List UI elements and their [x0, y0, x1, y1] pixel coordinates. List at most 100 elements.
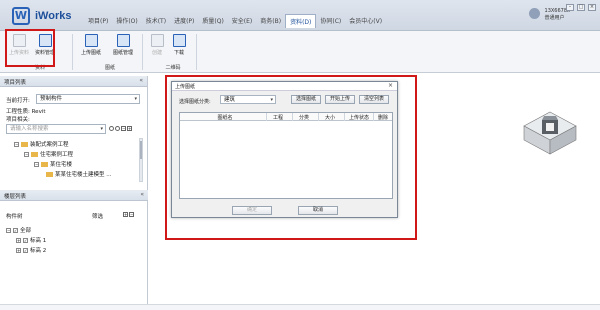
- current-open-label: 当前打开:: [6, 98, 30, 104]
- tab-operation[interactable]: 操作(O): [112, 14, 141, 28]
- tree-item-layer[interactable]: + ✓ 标高 2: [16, 246, 46, 254]
- dialog-title: 上传图纸: [175, 84, 196, 90]
- ribbon-toolbar: 上传资料 资料管理 资料 上传图纸 图纸管理 图纸 创建 下载 二维码: [0, 31, 600, 73]
- tree-item-project[interactable]: − 某住宅楼: [34, 160, 72, 168]
- close-button[interactable]: ×: [588, 4, 596, 11]
- create-qrcode-icon: [150, 34, 164, 47]
- user-role: 普通用户: [544, 15, 565, 21]
- column-divider: [266, 113, 267, 121]
- checkbox-icon[interactable]: ✓: [23, 238, 28, 243]
- minimize-button[interactable]: –: [566, 4, 574, 11]
- tree-item-project[interactable]: − 住宅案例工程: [24, 150, 73, 158]
- ribbon-divider: [142, 34, 143, 70]
- select-drawing-button[interactable]: 选择图纸: [291, 95, 321, 104]
- collapse-icon[interactable]: «: [140, 191, 144, 198]
- engineering-nature-value: Revit: [31, 109, 46, 115]
- current-project-value: 预制构件: [40, 96, 63, 102]
- expand-all-icon[interactable]: +: [127, 126, 132, 131]
- download-qrcode-button[interactable]: 下载: [166, 33, 192, 56]
- tab-project[interactable]: 项目(P): [84, 14, 112, 28]
- checkbox-icon[interactable]: ✓: [23, 248, 28, 253]
- project-search-input[interactable]: 请输入名称搜索 ▾: [6, 124, 106, 134]
- drawing-manage-icon: [116, 34, 130, 47]
- close-icon[interactable]: ×: [388, 82, 393, 89]
- ribbon-divider: [72, 34, 73, 70]
- tree-item-label: 标高 1: [30, 238, 47, 244]
- tab-documents[interactable]: 资料(D): [285, 14, 317, 28]
- tree-toggle-icon[interactable]: −: [34, 162, 39, 167]
- filter-label[interactable]: 筛选: [92, 212, 103, 220]
- checkbox-icon[interactable]: ✓: [13, 228, 18, 233]
- collapse-all-icon[interactable]: −: [121, 126, 126, 131]
- tree-toggle-icon[interactable]: −: [14, 142, 19, 147]
- chevron-down-icon: ▾: [100, 126, 103, 132]
- upload-drawing-icon: [84, 34, 98, 47]
- column-header: 上传状态: [348, 115, 369, 121]
- clear-list-button[interactable]: 清空列表: [359, 95, 389, 104]
- document-manage-button[interactable]: 资料管理: [32, 33, 58, 56]
- dialog-titlebar: 上传图纸 ×: [172, 82, 397, 91]
- tree-toggle-icon[interactable]: −: [24, 152, 29, 157]
- settings-icon[interactable]: [115, 126, 120, 131]
- upload-document-icon: [12, 34, 26, 47]
- tab-quality[interactable]: 质量(Q): [198, 14, 227, 28]
- engineering-nature-row: 工程性质: Revit: [6, 107, 46, 115]
- remove-icon[interactable]: −: [129, 212, 134, 217]
- column-header: 删除: [377, 115, 388, 121]
- project-tree-scrollbar[interactable]: [139, 138, 143, 182]
- column-divider: [318, 113, 319, 121]
- app-logo: W: [12, 7, 30, 25]
- download-qrcode-label: 下载: [173, 50, 184, 56]
- column-header: 图纸名: [217, 115, 233, 121]
- folder-icon: [21, 142, 28, 147]
- start-upload-button[interactable]: 开始上传: [325, 95, 355, 104]
- app-name: iWorks: [35, 10, 72, 22]
- tree-item-layer[interactable]: + ✓ 标高 1: [16, 236, 46, 244]
- search-icon[interactable]: [109, 126, 114, 131]
- model-icon: [46, 172, 53, 177]
- tree-toggle-icon[interactable]: +: [16, 248, 21, 253]
- tab-technology[interactable]: 技术(T): [142, 14, 170, 28]
- layer-panel-title: 楼层列表: [4, 194, 27, 200]
- tab-progress[interactable]: 进度(P): [170, 14, 198, 28]
- drawing-manage-label: 图纸管理: [112, 50, 133, 56]
- group-label-qrcode: 二维码: [165, 65, 181, 71]
- layer-panel: 楼层列表 « 构件树 筛选 + − − ✓ 全部 + ✓ 标高 1 + ✓ 标高 2: [0, 190, 148, 310]
- maximize-button[interactable]: □: [577, 4, 585, 11]
- project-panel-title: 项目列表: [4, 80, 27, 86]
- drawing-manage-button[interactable]: 图纸管理: [110, 33, 136, 56]
- add-icon[interactable]: +: [123, 212, 128, 217]
- scrollbar-thumb[interactable]: [140, 141, 142, 159]
- search-placeholder: 请输入名称搜索: [10, 126, 49, 132]
- tree-item-label: 标高 2: [30, 248, 47, 254]
- tree-item-model[interactable]: 某某住宅楼土建模型 ...: [46, 170, 112, 178]
- category-select[interactable]: 建筑 ▾: [220, 95, 276, 104]
- tree-item-project[interactable]: − 装配式案例工程: [14, 140, 69, 148]
- upload-drawing-label: 上传图纸: [80, 50, 101, 56]
- column-divider: [344, 113, 345, 121]
- tab-collaboration[interactable]: 协同(C): [316, 14, 345, 28]
- user-avatar[interactable]: [529, 8, 540, 19]
- upload-document-button[interactable]: 上传资料: [6, 33, 32, 56]
- category-value: 建筑: [224, 97, 236, 103]
- upload-document-label: 上传资料: [8, 50, 29, 56]
- tree-item-layer[interactable]: − ✓ 全部: [6, 226, 31, 234]
- current-project-select[interactable]: 预制构件 ▾: [36, 94, 140, 104]
- confirm-button[interactable]: 确定: [232, 206, 272, 215]
- download-icon: [172, 34, 186, 47]
- tab-safety[interactable]: 安全(E): [228, 14, 256, 28]
- upload-drawing-button[interactable]: 上传图纸: [78, 33, 104, 56]
- column-divider: [292, 113, 293, 121]
- tree-toggle-icon[interactable]: +: [16, 238, 21, 243]
- chevron-down-icon: ▾: [270, 97, 273, 103]
- tab-member-center[interactable]: 会员中心(V): [345, 14, 386, 28]
- layer-tools: + −: [122, 211, 134, 218]
- document-manage-icon: [38, 34, 52, 47]
- collapse-icon[interactable]: «: [139, 77, 143, 84]
- column-header: 分类: [298, 115, 309, 121]
- cancel-button[interactable]: 取消: [298, 206, 338, 215]
- tab-business[interactable]: 商务(B): [256, 14, 285, 28]
- model-preview[interactable]: [520, 104, 580, 162]
- tree-item-label: 装配式案例工程: [30, 142, 69, 148]
- tree-toggle-icon[interactable]: −: [6, 228, 11, 233]
